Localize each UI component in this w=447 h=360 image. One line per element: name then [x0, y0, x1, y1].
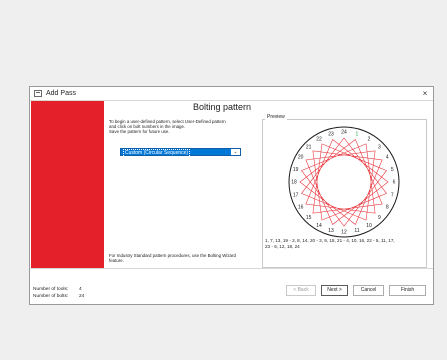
tools-value: 4 — [79, 287, 82, 292]
industry-note: For Industry Standard pattern procedures… — [109, 253, 259, 263]
bolt-label-9[interactable]: 9 — [378, 215, 381, 221]
bolt-label-13[interactable]: 13 — [328, 228, 334, 234]
bolt-label-2[interactable]: 2 — [368, 136, 371, 142]
bolt-label-8[interactable]: 8 — [386, 205, 389, 211]
window-icon — [34, 90, 42, 97]
next-button[interactable]: Next > — [321, 285, 348, 296]
bolt-label-18[interactable]: 18 — [291, 180, 297, 186]
sequence-line: 23 - 6, 12, 18, 24 — [265, 243, 300, 249]
bolt-label-22[interactable]: 22 — [316, 136, 322, 142]
bolt-label-1[interactable]: 1 — [356, 131, 359, 137]
bolt-label-15[interactable]: 15 — [306, 215, 312, 221]
finish-button[interactable]: Finish — [389, 285, 426, 296]
sequence-text: 1, 7, 13, 19 - 2, 8, 14, 20 - 3, 9, 15, … — [265, 238, 425, 249]
bolts-value: 24 — [79, 294, 85, 299]
window-title: Add Pass — [46, 90, 76, 97]
bolt-label-24[interactable]: 24 — [341, 130, 347, 136]
cancel-button[interactable]: Cancel — [353, 285, 384, 296]
chevron-down-icon[interactable]: ⌄ — [231, 149, 240, 155]
close-button[interactable]: × — [420, 88, 430, 99]
bolt-label-6[interactable]: 6 — [393, 180, 396, 186]
preview-label: Preview — [265, 114, 287, 120]
industry-line: feature. — [109, 258, 124, 263]
bolt-pattern-preview[interactable]: 1234567891011121314151617181920212223 24 — [264, 126, 426, 242]
tightening-path — [299, 137, 389, 227]
footer-stats: Number of tools: 4 Number of bolts: 24 — [33, 286, 84, 300]
bolt-label-7[interactable]: 7 — [391, 193, 394, 199]
pattern-select-value: Custom (Circular Sequence) — [123, 149, 191, 158]
bolt-label-23[interactable]: 23 — [328, 131, 334, 137]
bolt-label-5[interactable]: 5 — [391, 167, 394, 173]
footer-divider — [30, 268, 433, 269]
intro-line: Save the pattern for future use. — [109, 129, 170, 134]
bolt-label-14[interactable]: 14 — [316, 223, 322, 229]
brand-side-panel — [31, 101, 104, 268]
tools-label: Number of tools: — [33, 287, 69, 292]
bolts-label: Number of bolts: — [33, 294, 69, 299]
bolt-label-17[interactable]: 17 — [293, 193, 299, 199]
add-pass-dialog: Add Pass × Bolting pattern To begin a us… — [29, 86, 434, 305]
bolt-label-12[interactable]: 12 — [341, 230, 347, 236]
back-button[interactable]: < Back — [286, 285, 316, 296]
title-bar: Add Pass × — [30, 87, 433, 101]
pattern-select[interactable]: Custom (Circular Sequence) ⌄ — [120, 148, 241, 158]
bolt-label-11[interactable]: 11 — [354, 228, 359, 234]
intro-text: To begin a user-defined pattern, select … — [109, 119, 249, 134]
bolt-label-4[interactable]: 4 — [386, 155, 389, 161]
bolt-label-19[interactable]: 19 — [293, 167, 299, 173]
bolt-label-20[interactable]: 20 — [298, 155, 304, 161]
bolt-label-3[interactable]: 3 — [378, 144, 381, 150]
page-title: Bolting pattern — [192, 102, 252, 112]
bolt-label-21[interactable]: 21 — [306, 144, 312, 150]
bolt-label-16[interactable]: 16 — [298, 205, 304, 211]
bolt-label-10[interactable]: 10 — [366, 223, 372, 229]
